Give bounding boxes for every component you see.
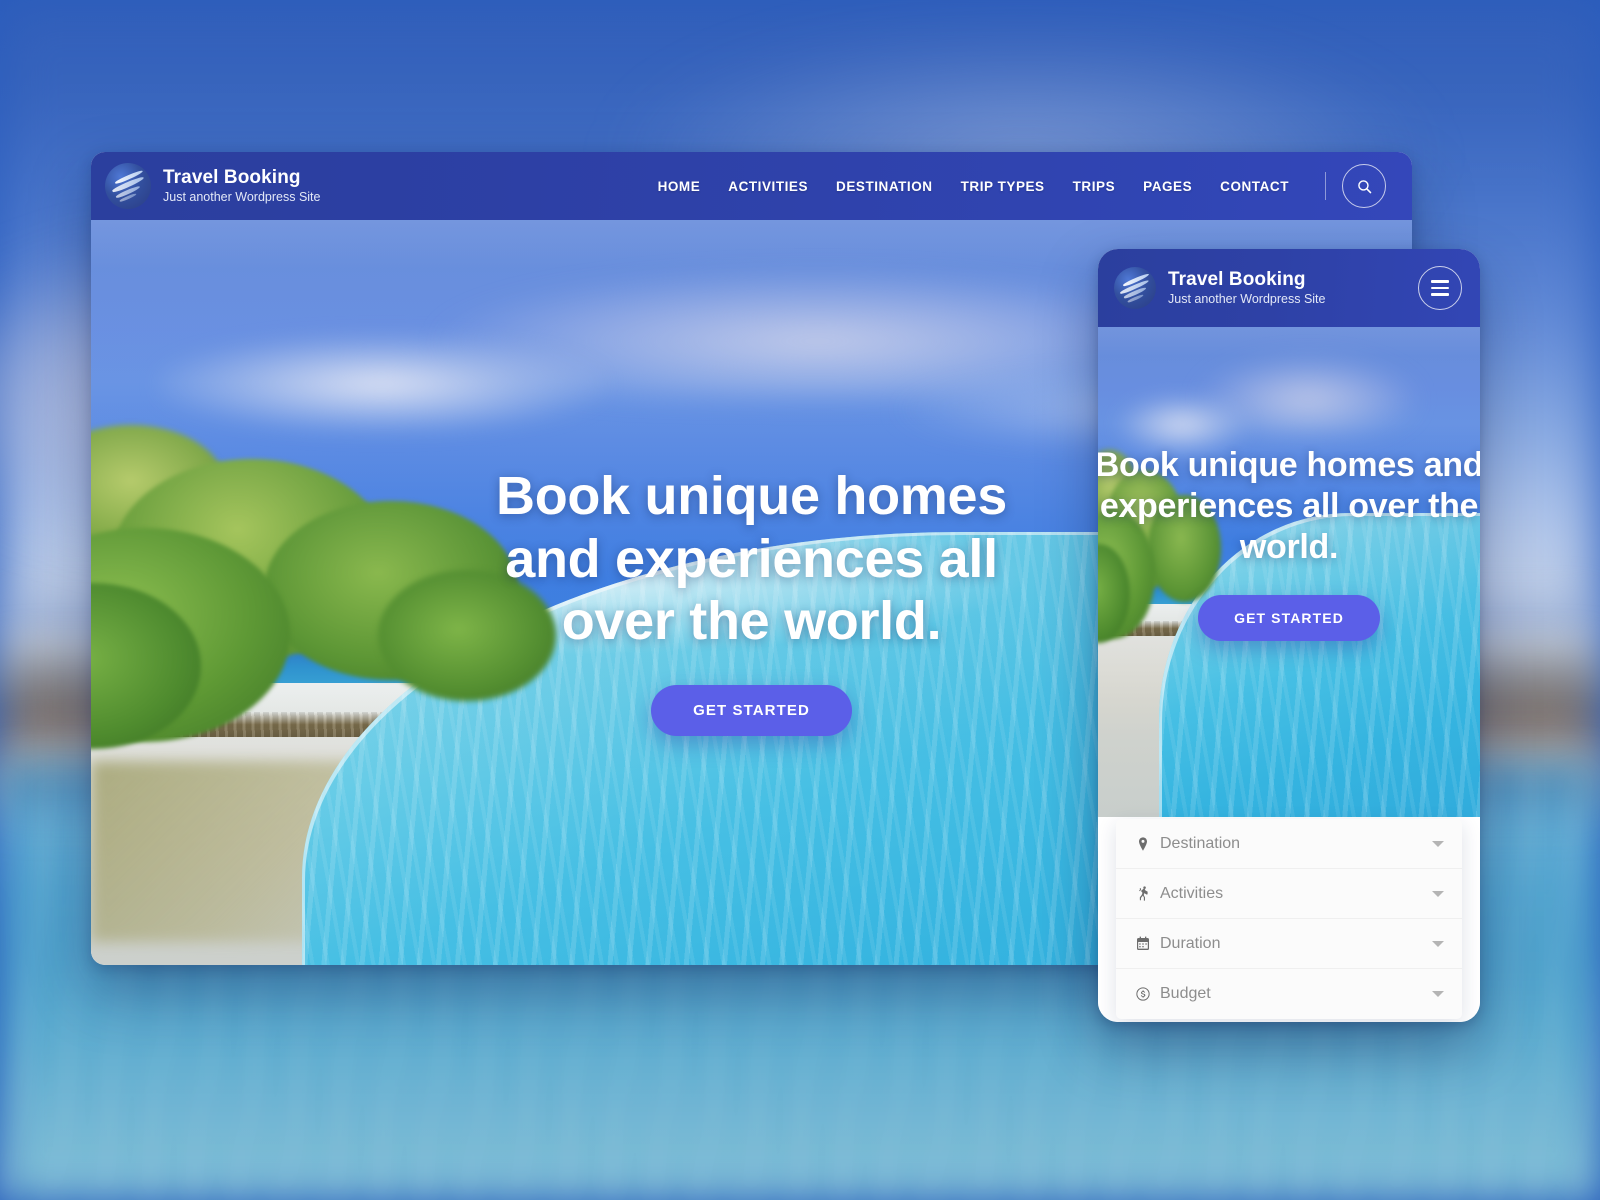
wave-swoosh-logo-icon: [105, 163, 151, 209]
mobile-site-title: Travel Booking: [1168, 268, 1306, 290]
mobile-site-tagline: Just another Wordpress Site: [1168, 291, 1326, 306]
nav-item-trip-types[interactable]: TRIP TYPES: [947, 179, 1059, 194]
mobile-search-field-label: Budget: [1160, 985, 1211, 1002]
chevron-down-icon[interactable]: [1432, 840, 1444, 847]
chevron-down-icon[interactable]: [1432, 940, 1444, 947]
mobile-search-field-label: Destination: [1160, 834, 1241, 852]
nav-item-activities[interactable]: ACTIVITIES: [714, 179, 822, 194]
mobile-get-started-button[interactable]: GET STARTED: [1198, 595, 1380, 642]
nav-search-button[interactable]: [1342, 164, 1386, 208]
search-icon: [1357, 179, 1371, 193]
mobile-trip-search-bar[interactable]: Destination Activities Duration Budget: [1116, 819, 1462, 1019]
nav-item-destination[interactable]: DESTINATION: [822, 179, 947, 194]
map-pin-icon: [1134, 835, 1152, 853]
chevron-down-icon[interactable]: [1432, 991, 1444, 997]
mobile-search-field-destination[interactable]: Destination: [1116, 819, 1462, 869]
nav-item-home[interactable]: HOME: [644, 179, 715, 194]
nav-item-trips[interactable]: TRIPS: [1059, 179, 1130, 194]
chevron-down-icon[interactable]: [1432, 890, 1444, 897]
mobile-search-field-label: Activities: [1160, 884, 1224, 902]
site-title: Travel Booking: [163, 166, 301, 188]
mobile-search-field-duration[interactable]: Duration: [1116, 919, 1462, 969]
mobile-hero-section: Book unique homes and experiences all ov…: [1098, 327, 1480, 817]
mobile-brand-block[interactable]: Travel Booking Just another Wordpress Si…: [1098, 267, 1325, 309]
brand-block[interactable]: Travel Booking Just another Wordpress Si…: [91, 163, 320, 209]
nav-item-pages[interactable]: PAGES: [1129, 179, 1206, 194]
mobile-search-field-activities[interactable]: Activities: [1116, 869, 1462, 919]
desktop-get-started-button[interactable]: GET STARTED: [651, 684, 852, 736]
hiker-icon: [1134, 885, 1152, 903]
dollar-circle-icon: [1134, 985, 1152, 1003]
mobile-site-header: Travel Booking Just another Wordpress Si…: [1098, 249, 1480, 327]
mobile-site-preview: Book unique homes and experiences all ov…: [1098, 249, 1480, 1022]
wave-swoosh-logo-icon: [1114, 267, 1156, 309]
desktop-hero-headline: Book unique homes and experiences all ov…: [496, 466, 1007, 652]
calendar-icon: [1134, 935, 1152, 953]
nav-divider: [1325, 172, 1326, 200]
mobile-search-field-budget[interactable]: Budget: [1116, 969, 1462, 1019]
site-tagline: Just another Wordpress Site: [163, 189, 321, 204]
nav-item-contact[interactable]: CONTACT: [1206, 179, 1303, 194]
mobile-hero-headline: Book unique homes and experiences all ov…: [1098, 446, 1480, 566]
desktop-site-header: Travel Booking Just another Wordpress Si…: [91, 152, 1412, 220]
mobile-hero-copy: Book unique homes and experiences all ov…: [1098, 445, 1480, 642]
hamburger-menu-icon[interactable]: [1418, 266, 1462, 310]
mobile-search-field-label: Duration: [1160, 934, 1221, 952]
